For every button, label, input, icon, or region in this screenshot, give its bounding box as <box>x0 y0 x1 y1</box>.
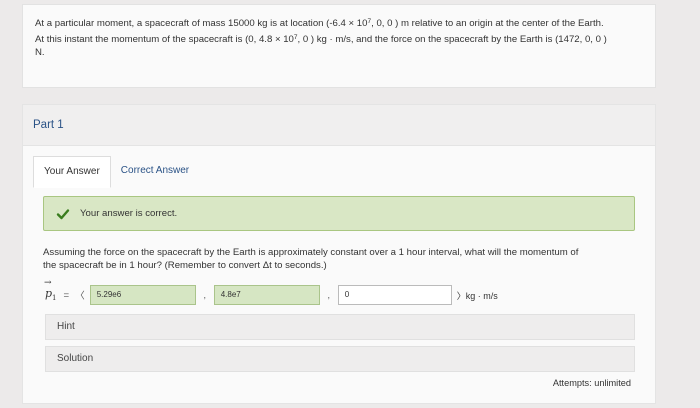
comma-separator: , <box>203 290 206 300</box>
part-header: Part 1 <box>22 104 656 146</box>
part-body: Your Answer Correct Answer Your answer i… <box>22 146 656 404</box>
solution-toggle[interactable]: Solution <box>45 346 635 372</box>
checkmark-icon <box>56 207 70 221</box>
problem-statement: At a particular moment, a spacecraft of … <box>22 4 656 88</box>
problem-line-2: At this instant the momentum of the spac… <box>35 33 607 45</box>
comma-separator: , <box>327 290 330 300</box>
hint-label: Hint <box>57 321 75 332</box>
units-label: 〉kg · m/s <box>456 290 498 301</box>
answer-tabs: Your Answer Correct Answer <box>33 156 199 190</box>
problem-line-1: At a particular moment, a spacecraft of … <box>35 18 604 29</box>
answer-row: → p 1 = 〈 5.29e6 , 4.8e7 , 0 〉kg · m/s <box>43 278 643 306</box>
equals-sign: = <box>63 289 70 301</box>
feedback-text: Your answer is correct. <box>80 208 178 219</box>
question-text: Assuming the force on the spacecraft by … <box>43 247 579 271</box>
solution-label: Solution <box>57 353 94 364</box>
momentum-vector-symbol: → p 1 <box>44 278 57 303</box>
correct-feedback-banner: Your answer is correct. <box>43 196 635 231</box>
hint-toggle[interactable]: Hint <box>45 314 635 340</box>
momentum-x-input[interactable]: 5.29e6 <box>89 285 196 305</box>
momentum-z-input[interactable]: 0 <box>337 285 452 305</box>
attempts-label: Attempts: unlimited <box>552 378 631 388</box>
open-bracket: 〈 <box>75 291 85 302</box>
momentum-y-input[interactable]: 4.8e7 <box>213 285 320 305</box>
problem-line-3: N. <box>35 47 45 58</box>
part-title: Part 1 <box>33 119 64 131</box>
tab-your-answer[interactable]: Your Answer <box>33 156 111 188</box>
tab-correct-answer[interactable]: Correct Answer <box>111 156 199 188</box>
